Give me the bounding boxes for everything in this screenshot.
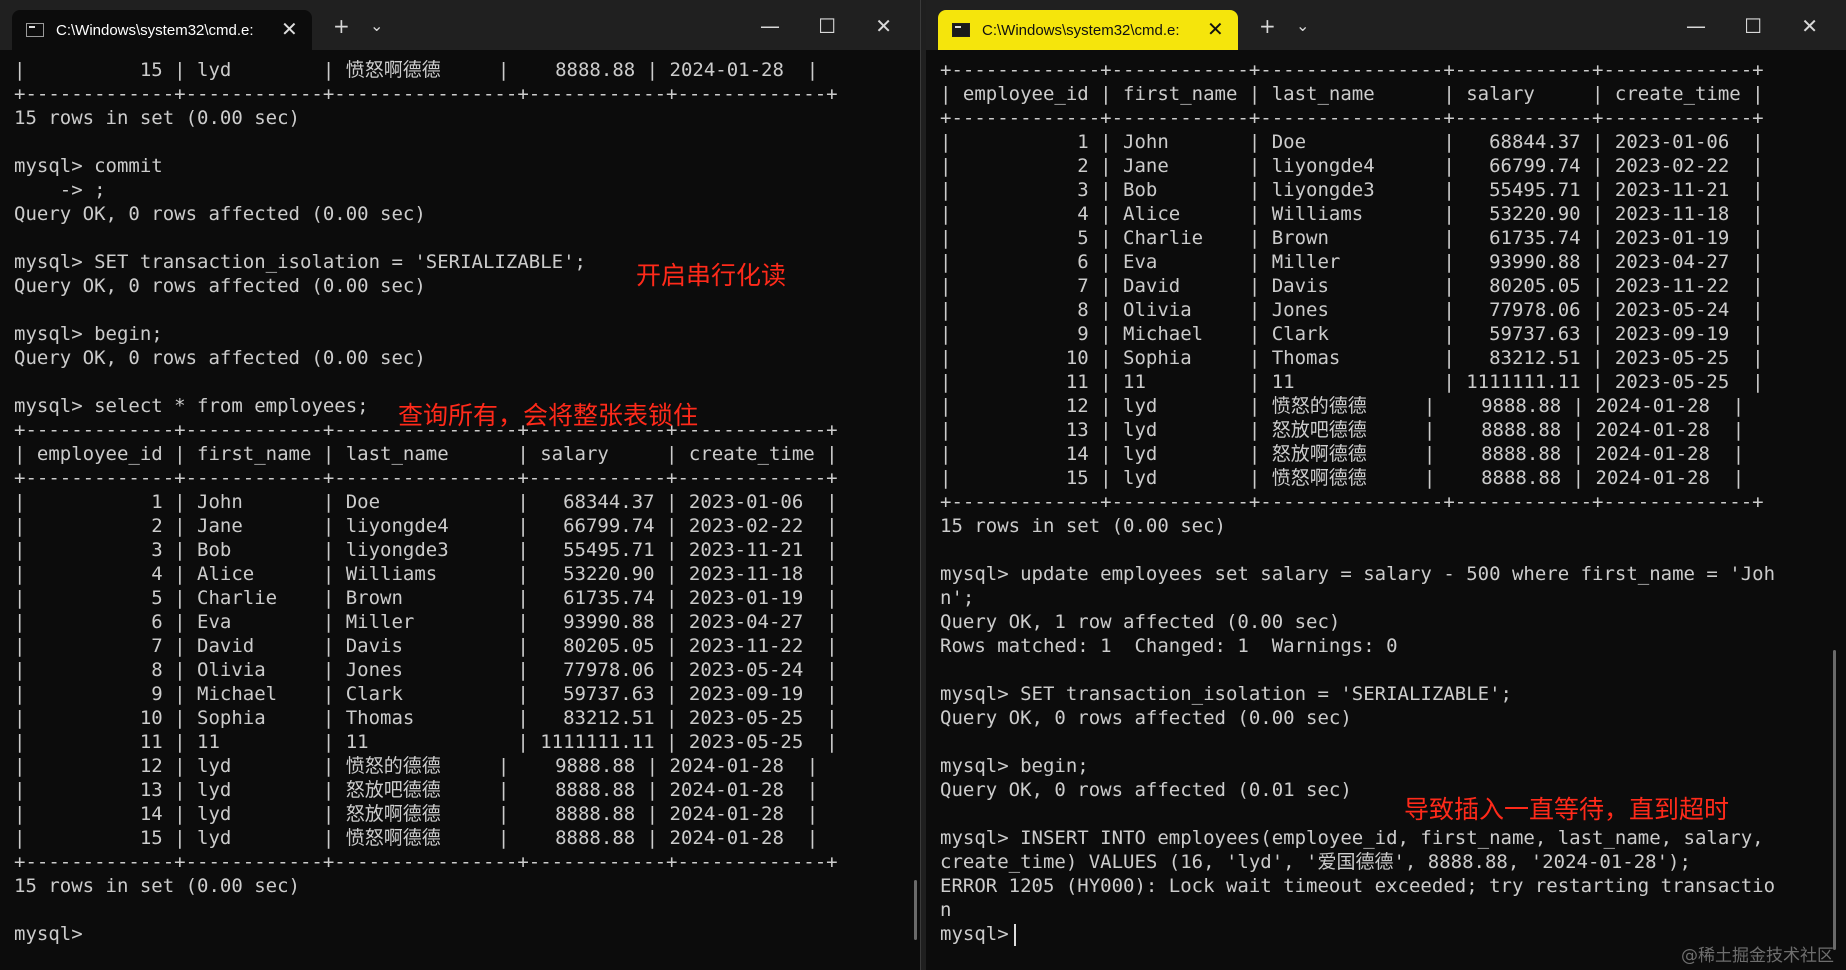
terminal-line: 15 rows in set (0.00 sec) [14,107,300,129]
terminal-line: Query OK, 0 rows affected (0.00 sec) [14,203,426,225]
annotation-serializable: 开启串行化读 [636,261,787,290]
title-bar[interactable]: C:\Windows\system32\cmd.e: ✕ + ⌄ — ☐ ✕ [926,0,1846,50]
terminal-tab-active[interactable]: C:\Windows\system32\cmd.e: ✕ [938,10,1238,50]
terminal-line: | employee_id | first_name | last_name |… [14,443,838,465]
terminal-line: | 13 | lyd | 怒放吧德德 | 8888.88 | 2024-01-2… [14,779,819,801]
terminal-line: | 10 | Sophia | Thomas | 83212.51 | 2023… [940,347,1764,369]
terminal-output[interactable]: +-------------+------------+------------… [940,58,1838,970]
terminal-line: +-------------+------------+------------… [940,491,1764,513]
terminal-line: Query OK, 1 row affected (0.00 sec) [940,611,1341,633]
terminal-line: | 13 | lyd | 怒放吧德德 | 8888.88 | 2024-01-2… [940,419,1745,441]
close-button[interactable]: ✕ [1801,14,1818,38]
terminal-line: | 12 | lyd | 愤怒的德德 | 9888.88 | 2024-01-2… [14,755,819,777]
terminal-line: | 5 | Charlie | Brown | 61735.74 | 2023-… [940,227,1764,249]
annotation-lock-table: 查询所有，会将整张表锁住 [398,401,699,430]
terminal-line: mysql> INSERT INTO employees(employee_id… [940,827,1764,849]
terminal-line: Rows matched: 1 Changed: 1 Warnings: 0 [940,635,1398,657]
terminal-line: | 7 | David | Davis | 80205.05 | 2023-11… [940,275,1764,297]
chevron-down-icon[interactable]: ⌄ [370,14,383,38]
terminal-line: n'; [940,587,975,609]
tab-close-icon[interactable]: ✕ [1207,20,1224,40]
new-tab-button[interactable]: + [333,14,350,38]
terminal-line: | 6 | Eva | Miller | 93990.88 | 2023-04-… [14,611,838,633]
terminal-line: | 15 | lyd | 愤怒啊德德 | 8888.88 | 2024-01-2… [14,827,819,849]
scrollbar[interactable] [1833,650,1836,950]
terminal-line: | 15 | lyd | 愤怒啊德德 | 8888.88 | 2024-01-2… [14,59,819,81]
terminal-line: | 14 | lyd | 怒放啊德德 | 8888.88 | 2024-01-2… [940,443,1745,465]
terminal-window-left[interactable]: C:\Windows\system32\cmd.e: ✕ + ⌄ — ☐ ✕ |… [0,0,921,970]
terminal-line: | 9 | Michael | Clark | 59737.63 | 2023-… [14,683,838,705]
terminal-line: | 8 | Olivia | Jones | 77978.06 | 2023-0… [940,299,1764,321]
terminal-line: ERROR 1205 (HY000): Lock wait timeout ex… [940,875,1776,897]
terminal-line: | 4 | Alice | Williams | 53220.90 | 2023… [14,563,838,585]
terminal-line: | 12 | lyd | 愤怒的德德 | 9888.88 | 2024-01-2… [940,395,1745,417]
terminal-line: +-------------+------------+------------… [940,59,1764,81]
terminal-line: +-------------+------------+------------… [14,851,838,873]
terminal-line: | 7 | David | Davis | 80205.05 | 2023-11… [14,635,838,657]
cmd-icon [952,23,970,37]
minimize-button[interactable]: — [1686,14,1706,38]
terminal-line: mysql> begin; [14,323,163,345]
terminal-line: mysql> [14,923,83,945]
text-cursor [1014,924,1016,946]
terminal-line: +-------------+------------+------------… [14,467,838,489]
cmd-icon [26,23,44,37]
title-bar[interactable]: C:\Windows\system32\cmd.e: ✕ + ⌄ — ☐ ✕ [0,0,920,50]
tab-close-icon[interactable]: ✕ [281,20,298,40]
terminal-line: | 14 | lyd | 怒放啊德德 | 8888.88 | 2024-01-2… [14,803,819,825]
tab-title: C:\Windows\system32\cmd.e: [56,21,254,39]
terminal-line: +-------------+------------+------------… [14,83,838,105]
minimize-button[interactable]: — [760,14,780,38]
terminal-tab[interactable]: C:\Windows\system32\cmd.e: ✕ [12,10,312,50]
terminal-line: | 6 | Eva | Miller | 93990.88 | 2023-04-… [940,251,1764,273]
terminal-line: | 11 | 11 | 11 | 1111111.11 | 2023-05-25… [940,371,1764,393]
terminal-line: mysql> commit [14,155,163,177]
terminal-line: +-------------+------------+------------… [940,107,1764,129]
terminal-line: -> ; [14,179,106,201]
terminal-line: | 8 | Olivia | Jones | 77978.06 | 2023-0… [14,659,838,681]
close-button[interactable]: ✕ [875,14,892,38]
annotation-insert-wait: 导致插入一直等待，直到超时 [1404,795,1730,824]
terminal-line: mysql> begin; [940,755,1089,777]
terminal-line: | 15 | lyd | 愤怒啊德德 | 8888.88 | 2024-01-2… [940,467,1745,489]
terminal-line: | 3 | Bob | liyongde3 | 55495.71 | 2023-… [940,179,1764,201]
terminal-line: n [940,899,952,921]
terminal-line: | 11 | 11 | 11 | 1111111.11 | 2023-05-25… [14,731,838,753]
terminal-line: Query OK, 0 rows affected (0.00 sec) [940,707,1352,729]
terminal-line: | 3 | Bob | liyongde3 | 55495.71 | 2023-… [14,539,838,561]
new-tab-button[interactable]: + [1259,14,1276,38]
terminal-line: mysql> SET transaction_isolation = 'SERI… [940,683,1512,705]
terminal-line: Query OK, 0 rows affected (0.00 sec) [14,347,426,369]
terminal-line: create_time) VALUES (16, 'lyd', '爱国德德', … [940,851,1691,873]
maximize-button[interactable]: ☐ [1744,14,1762,38]
terminal-line: | 5 | Charlie | Brown | 61735.74 | 2023-… [14,587,838,609]
terminal-line: 15 rows in set (0.00 sec) [14,875,300,897]
terminal-line: | 4 | Alice | Williams | 53220.90 | 2023… [940,203,1764,225]
terminal-line: | 2 | Jane | liyongde4 | 66799.74 | 2023… [14,515,838,537]
terminal-line: | 1 | John | Doe | 68844.37 | 2023-01-06… [940,131,1764,153]
terminal-line: | 10 | Sophia | Thomas | 83212.51 | 2023… [14,707,838,729]
scrollbar[interactable] [914,880,917,940]
maximize-button[interactable]: ☐ [818,14,836,38]
terminal-output[interactable]: | 15 | lyd | 愤怒啊德德 | 8888.88 | 2024-01-2… [14,58,912,970]
terminal-line: | employee_id | first_name | last_name |… [940,83,1764,105]
terminal-line: | 9 | Michael | Clark | 59737.63 | 2023-… [940,323,1764,345]
terminal-line: | 1 | John | Doe | 68344.37 | 2023-01-06… [14,491,838,513]
watermark: @稀土掘金技术社区 [1681,946,1834,966]
terminal-line: 15 rows in set (0.00 sec) [940,515,1226,537]
terminal-line: mysql> update employees set salary = sal… [940,563,1776,585]
tab-title: C:\Windows\system32\cmd.e: [982,21,1180,39]
chevron-down-icon[interactable]: ⌄ [1296,14,1309,38]
terminal-line: | 2 | Jane | liyongde4 | 66799.74 | 2023… [940,155,1764,177]
